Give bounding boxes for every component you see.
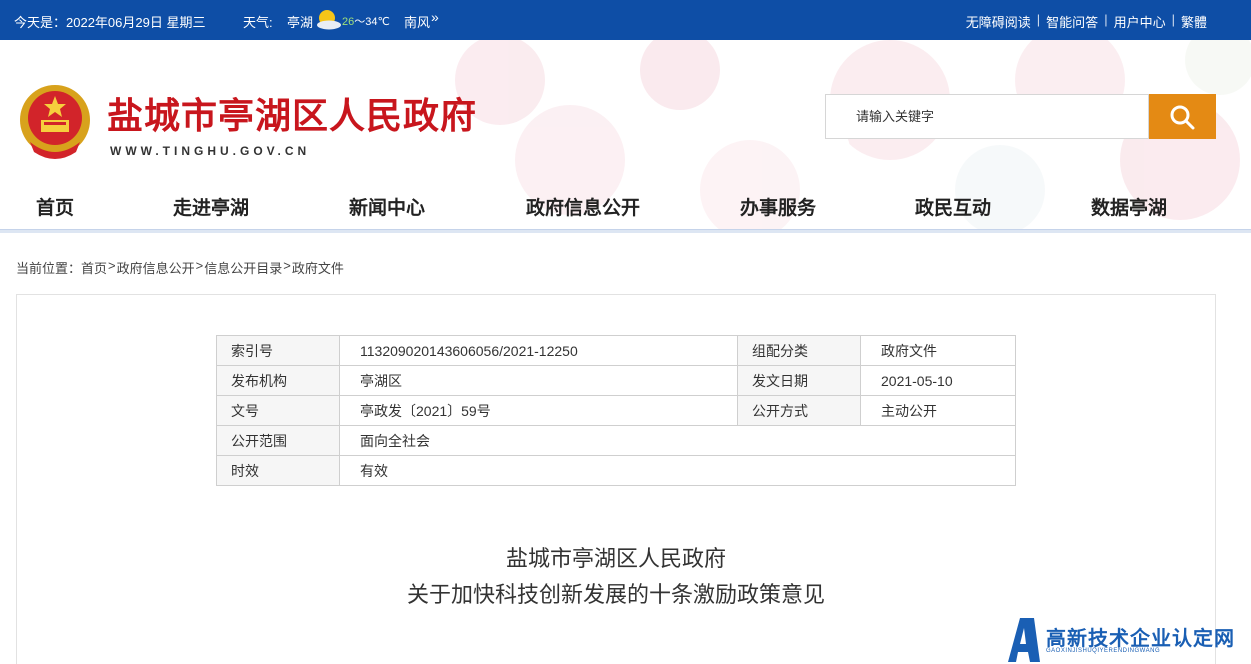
accessibility-link[interactable]: 无障碍阅读 [966,12,1031,31]
top-bar: 今天是：2022年06月29日 星期三 天气: 亭湖 26～34℃ 南风 » 无… [0,0,1251,40]
breadcrumb-info-catalog[interactable]: 信息公开目录 [204,258,282,277]
meta-label-doc-number: 文号 [216,395,340,426]
site-url: WWW.TINGHU.GOV.CN [110,144,311,158]
site-title: 盐城市亭湖区人民政府 [107,96,478,137]
breadcrumb-home[interactable]: 首页 [81,258,107,277]
weather-wind: 南风 [404,15,431,30]
table-row: 时效 有效 [216,455,1016,486]
current-date: 今天是：2022年06月29日 星期三 [14,15,206,30]
meta-label-index: 索引号 [216,335,340,366]
meta-value-doc-number: 亭政发〔2021〕59号 [339,395,738,426]
breadcrumb-gov-info[interactable]: 政府信息公开 [117,258,195,277]
search-input[interactable] [826,95,1148,138]
watermark-logo: 高新技术企业认定网 GAOXINJISHUQIYERENDINGWANG [1004,614,1251,664]
nav-about-tinghu[interactable]: 走进亭湖 [173,193,249,220]
table-row: 公开范围 面向全社会 [216,425,1016,456]
temp-high: ～34℃ [354,16,390,28]
weather-temperature: 26～34℃ [342,13,390,29]
temp-low: 26 [342,16,355,28]
traditional-chinese-link[interactable]: 繁體 [1181,12,1207,31]
search-button[interactable] [1149,94,1216,139]
nav-news-center[interactable]: 新闻中心 [349,193,425,220]
table-row: 索引号 113209020143606056/2021-12250 组配分类 政… [216,335,1016,366]
link-separator: | [1104,12,1108,27]
meta-label-validity: 时效 [216,455,340,486]
link-separator: | [1036,12,1041,27]
watermark-a-icon [1008,618,1040,662]
meta-value-issue-date: 2021-05-10 [860,365,1016,396]
partly-cloudy-icon [317,10,341,30]
breadcrumb-prefix: 当前位置： [16,261,82,276]
breadcrumb-gov-documents[interactable]: 政府文件 [292,258,344,277]
watermark-text: 高新技术企业认定网 [1046,626,1235,650]
meta-value-category: 政府文件 [860,335,1016,366]
top-links: 无障碍阅读 | 智能问答 | 用户中心 | 繁體 [966,12,1207,31]
main-nav: 首页 走进亭湖 新闻中心 政府信息公开 办事服务 政民互动 数据亭湖 [0,186,1251,226]
document-title-issuer: 盐城市亭湖区人民政府 [505,547,726,572]
breadcrumb-separator: > [108,258,116,273]
table-row: 文号 亭政发〔2021〕59号 公开方式 主动公开 [216,395,1016,426]
meta-value-scope: 面向全社会 [339,425,1016,456]
weather-more-link[interactable]: » [431,9,439,25]
meta-value-publisher: 亭湖区 [339,365,738,396]
smart-qa-link[interactable]: 智能问答 [1046,12,1098,31]
user-center-link[interactable]: 用户中心 [1114,12,1166,31]
meta-label-disclosure-method: 公开方式 [737,395,861,426]
watermark-subtext: GAOXINJISHUQIYERENDINGWANG [1046,648,1161,654]
nav-data-tinghu[interactable]: 数据亭湖 [1091,193,1167,220]
document-title: 关于加快科技创新发展的十条激励政策意见 [406,583,825,608]
link-separator: | [1171,12,1175,27]
nav-services[interactable]: 办事服务 [740,193,816,220]
weather-location: 亭湖 [287,15,314,30]
meta-label-category: 组配分类 [737,335,861,366]
breadcrumb-separator: > [195,258,204,273]
meta-label-publisher: 发布机构 [216,365,340,396]
breadcrumb-separator: > [283,258,291,273]
national-emblem-logo [20,85,90,159]
breadcrumb: 当前位置： 首页 > 政府信息公开 > 信息公开目录 > 政府文件 [16,258,344,277]
meta-value-validity: 有效 [339,455,1016,486]
nav-divider [0,229,1251,233]
meta-label-issue-date: 发文日期 [737,365,861,396]
document-meta-table: 索引号 113209020143606056/2021-12250 组配分类 政… [216,335,1016,486]
nav-home[interactable]: 首页 [36,193,74,220]
nav-interaction[interactable]: 政民互动 [915,193,991,220]
meta-value-disclosure-method: 主动公开 [860,395,1016,426]
meta-label-scope: 公开范围 [216,425,340,456]
nav-gov-info-public[interactable]: 政府信息公开 [526,193,640,220]
search-box [825,94,1149,139]
search-icon [1170,105,1195,130]
weather-label: 天气: [243,15,273,30]
table-row: 发布机构 亭湖区 发文日期 2021-05-10 [216,365,1016,396]
meta-value-index: 113209020143606056/2021-12250 [339,335,738,366]
